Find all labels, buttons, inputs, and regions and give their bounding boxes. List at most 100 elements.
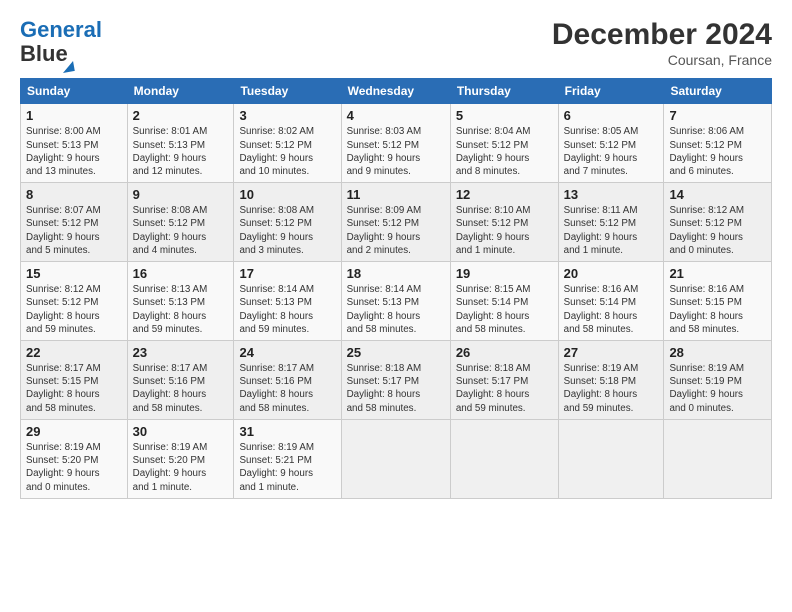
- calendar-week-row: 1 Sunrise: 8:00 AM Sunset: 5:13 PM Daylig…: [21, 104, 772, 183]
- calendar-day-cell: 5 Sunrise: 8:04 AM Sunset: 5:12 PM Daylig…: [450, 104, 558, 183]
- day-number: 27: [564, 345, 659, 360]
- day-info: Sunrise: 8:07 AM Sunset: 5:12 PM Dayligh…: [26, 204, 122, 257]
- day-number: 20: [564, 266, 659, 281]
- day-info: Sunrise: 8:15 AM Sunset: 5:14 PM Dayligh…: [456, 283, 553, 336]
- day-info: Sunrise: 8:10 AM Sunset: 5:12 PM Dayligh…: [456, 204, 553, 257]
- day-number: 19: [456, 266, 553, 281]
- day-number: 1: [26, 108, 122, 123]
- day-info: Sunrise: 8:14 AM Sunset: 5:13 PM Dayligh…: [347, 283, 445, 336]
- calendar-day-cell: 12 Sunrise: 8:10 AM Sunset: 5:12 PM Dayli…: [450, 183, 558, 262]
- calendar-day-cell: 23 Sunrise: 8:17 AM Sunset: 5:16 PM Dayli…: [127, 341, 234, 420]
- calendar-day-cell: 11 Sunrise: 8:09 AM Sunset: 5:12 PM Dayli…: [341, 183, 450, 262]
- calendar-header-cell: Saturday: [664, 79, 772, 104]
- calendar-day-cell: 30 Sunrise: 8:19 AM Sunset: 5:20 PM Dayli…: [127, 419, 234, 498]
- day-number: 25: [347, 345, 445, 360]
- day-number: 15: [26, 266, 122, 281]
- day-number: 13: [564, 187, 659, 202]
- day-info: Sunrise: 8:01 AM Sunset: 5:13 PM Dayligh…: [133, 125, 229, 178]
- day-info: Sunrise: 8:18 AM Sunset: 5:17 PM Dayligh…: [347, 362, 445, 415]
- day-info: Sunrise: 8:05 AM Sunset: 5:12 PM Dayligh…: [564, 125, 659, 178]
- day-number: 23: [133, 345, 229, 360]
- day-number: 22: [26, 345, 122, 360]
- day-number: 24: [239, 345, 335, 360]
- day-info: Sunrise: 8:17 AM Sunset: 5:16 PM Dayligh…: [239, 362, 335, 415]
- day-info: Sunrise: 8:19 AM Sunset: 5:18 PM Dayligh…: [564, 362, 659, 415]
- calendar-day-cell: 3Sunrise: 8:02 AM Sunset: 5:12 PM Daylig…: [234, 104, 341, 183]
- calendar-day-cell: 7 Sunrise: 8:06 AM Sunset: 5:12 PM Daylig…: [664, 104, 772, 183]
- calendar-week-row: 29 Sunrise: 8:19 AM Sunset: 5:20 PM Dayli…: [21, 419, 772, 498]
- day-number: 14: [669, 187, 766, 202]
- day-info: Sunrise: 8:12 AM Sunset: 5:12 PM Dayligh…: [26, 283, 122, 336]
- day-info: Sunrise: 8:19 AM Sunset: 5:21 PM Dayligh…: [239, 441, 335, 494]
- calendar-day-cell: 22 Sunrise: 8:17 AM Sunset: 5:15 PM Dayli…: [21, 341, 128, 420]
- calendar-day-cell: [664, 419, 772, 498]
- day-info: Sunrise: 8:08 AM Sunset: 5:12 PM Dayligh…: [239, 204, 335, 257]
- day-info: Sunrise: 8:00 AM Sunset: 5:13 PM Dayligh…: [26, 125, 122, 178]
- day-info: Sunrise: 8:19 AM Sunset: 5:20 PM Dayligh…: [26, 441, 122, 494]
- logo-general: General: [20, 17, 102, 42]
- calendar-day-cell: 31 Sunrise: 8:19 AM Sunset: 5:21 PM Dayli…: [234, 419, 341, 498]
- calendar-table: SundayMondayTuesdayWednesdayThursdayFrid…: [20, 78, 772, 498]
- calendar-day-cell: 19 Sunrise: 8:15 AM Sunset: 5:14 PM Dayli…: [450, 262, 558, 341]
- day-info: Sunrise: 8:16 AM Sunset: 5:15 PM Dayligh…: [669, 283, 766, 336]
- day-number: 30: [133, 424, 229, 439]
- day-number: 17: [239, 266, 335, 281]
- day-number: 5: [456, 108, 553, 123]
- calendar-header-cell: Monday: [127, 79, 234, 104]
- calendar-day-cell: 13Sunrise: 8:11 AM Sunset: 5:12 PM Dayli…: [558, 183, 664, 262]
- day-number: 10: [239, 187, 335, 202]
- calendar-day-cell: 25 Sunrise: 8:18 AM Sunset: 5:17 PM Dayli…: [341, 341, 450, 420]
- calendar-header-cell: Sunday: [21, 79, 128, 104]
- day-number: 2: [133, 108, 229, 123]
- day-info: Sunrise: 8:17 AM Sunset: 5:16 PM Dayligh…: [133, 362, 229, 415]
- calendar-week-row: 15 Sunrise: 8:12 AM Sunset: 5:12 PM Dayli…: [21, 262, 772, 341]
- day-info: Sunrise: 8:09 AM Sunset: 5:12 PM Dayligh…: [347, 204, 445, 257]
- calendar-header-cell: Wednesday: [341, 79, 450, 104]
- calendar-day-cell: 8 Sunrise: 8:07 AM Sunset: 5:12 PM Daylig…: [21, 183, 128, 262]
- calendar-day-cell: 10 Sunrise: 8:08 AM Sunset: 5:12 PM Dayli…: [234, 183, 341, 262]
- calendar-day-cell: [558, 419, 664, 498]
- calendar-day-cell: [341, 419, 450, 498]
- title-block: December 2024 Coursan, France: [552, 18, 772, 68]
- day-info: Sunrise: 8:17 AM Sunset: 5:15 PM Dayligh…: [26, 362, 122, 415]
- day-number: 12: [456, 187, 553, 202]
- day-number: 7: [669, 108, 766, 123]
- calendar-day-cell: 24 Sunrise: 8:17 AM Sunset: 5:16 PM Dayli…: [234, 341, 341, 420]
- day-info: Sunrise: 8:19 AM Sunset: 5:19 PM Dayligh…: [669, 362, 766, 415]
- day-number: 16: [133, 266, 229, 281]
- day-number: 31: [239, 424, 335, 439]
- calendar-header-cell: Tuesday: [234, 79, 341, 104]
- calendar-header-cell: Thursday: [450, 79, 558, 104]
- calendar-day-cell: 15 Sunrise: 8:12 AM Sunset: 5:12 PM Dayli…: [21, 262, 128, 341]
- calendar-day-cell: 21 Sunrise: 8:16 AM Sunset: 5:15 PM Dayli…: [664, 262, 772, 341]
- calendar-day-cell: 4Sunrise: 8:03 AM Sunset: 5:12 PM Daylig…: [341, 104, 450, 183]
- calendar-body: 1 Sunrise: 8:00 AM Sunset: 5:13 PM Daylig…: [21, 104, 772, 498]
- day-number: 8: [26, 187, 122, 202]
- calendar-header-row: SundayMondayTuesdayWednesdayThursdayFrid…: [21, 79, 772, 104]
- day-info: Sunrise: 8:04 AM Sunset: 5:12 PM Dayligh…: [456, 125, 553, 178]
- calendar-day-cell: 20 Sunrise: 8:16 AM Sunset: 5:14 PM Dayli…: [558, 262, 664, 341]
- day-info: Sunrise: 8:19 AM Sunset: 5:20 PM Dayligh…: [133, 441, 229, 494]
- calendar-day-cell: 28Sunrise: 8:19 AM Sunset: 5:19 PM Dayli…: [664, 341, 772, 420]
- day-number: 11: [347, 187, 445, 202]
- logo-arrow-icon: [61, 61, 75, 73]
- day-info: Sunrise: 8:12 AM Sunset: 5:12 PM Dayligh…: [669, 204, 766, 257]
- calendar-day-cell: 18 Sunrise: 8:14 AM Sunset: 5:13 PM Dayli…: [341, 262, 450, 341]
- day-info: Sunrise: 8:06 AM Sunset: 5:12 PM Dayligh…: [669, 125, 766, 178]
- day-number: 21: [669, 266, 766, 281]
- calendar-day-cell: 27 Sunrise: 8:19 AM Sunset: 5:18 PM Dayli…: [558, 341, 664, 420]
- day-number: 6: [564, 108, 659, 123]
- day-info: Sunrise: 8:08 AM Sunset: 5:12 PM Dayligh…: [133, 204, 229, 257]
- calendar-day-cell: 16 Sunrise: 8:13 AM Sunset: 5:13 PM Dayli…: [127, 262, 234, 341]
- day-info: Sunrise: 8:13 AM Sunset: 5:13 PM Dayligh…: [133, 283, 229, 336]
- day-number: 3: [239, 108, 335, 123]
- logo: General Blue: [20, 18, 102, 72]
- day-number: 18: [347, 266, 445, 281]
- day-info: Sunrise: 8:18 AM Sunset: 5:17 PM Dayligh…: [456, 362, 553, 415]
- day-info: Sunrise: 8:16 AM Sunset: 5:14 PM Dayligh…: [564, 283, 659, 336]
- day-number: 29: [26, 424, 122, 439]
- calendar-header-cell: Friday: [558, 79, 664, 104]
- day-info: Sunrise: 8:14 AM Sunset: 5:13 PM Dayligh…: [239, 283, 335, 336]
- calendar-day-cell: [450, 419, 558, 498]
- calendar-week-row: 8 Sunrise: 8:07 AM Sunset: 5:12 PM Daylig…: [21, 183, 772, 262]
